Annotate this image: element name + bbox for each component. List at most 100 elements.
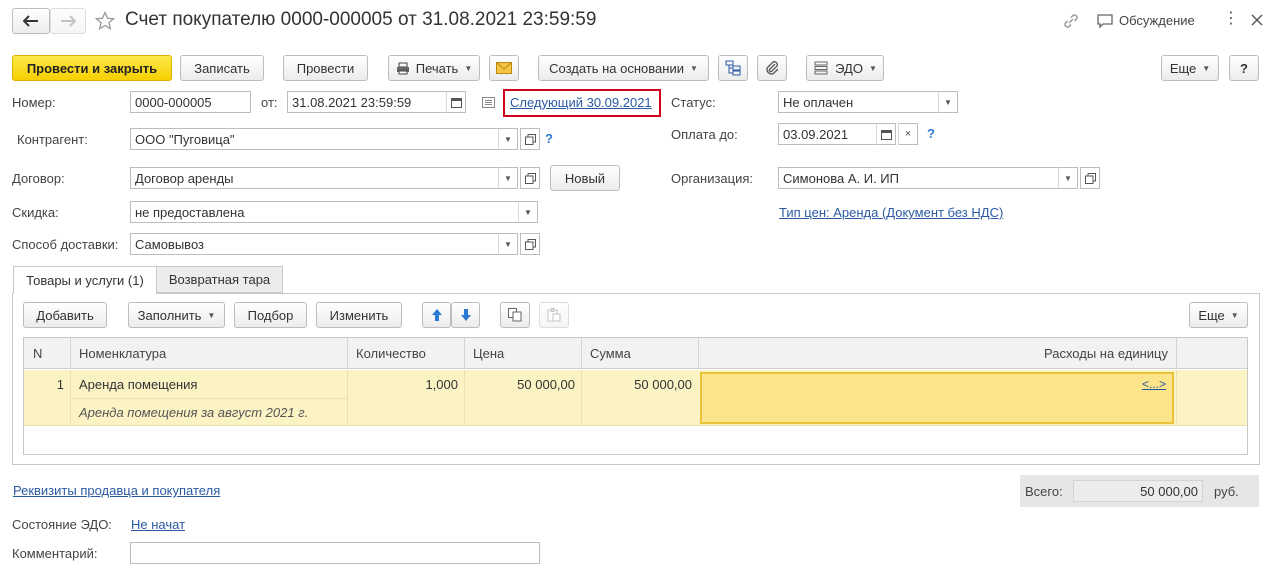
comment-field[interactable] <box>130 542 540 564</box>
contract-field[interactable]: Договор аренды <box>130 167 499 189</box>
attach-button[interactable] <box>757 55 787 81</box>
column-header-n[interactable]: N <box>33 346 42 361</box>
calendar-icon <box>880 129 892 140</box>
discussion-icon[interactable] <box>1097 13 1113 29</box>
move-up-button[interactable] <box>422 302 451 328</box>
col-sep <box>347 370 348 426</box>
copy-icon <box>508 308 522 322</box>
organization-field[interactable]: Симонова А. И. ИП <box>778 167 1059 189</box>
currency-label: руб. <box>1214 484 1239 499</box>
row-price[interactable]: 50 000,00 <box>465 377 575 392</box>
counterparty-open-button[interactable] <box>520 128 540 150</box>
paste-button[interactable] <box>539 302 569 328</box>
calendar-icon <box>450 97 462 108</box>
col-sep <box>464 338 465 369</box>
price-type-link[interactable]: Тип цен: Аренда (Документ без НДС) <box>779 205 1003 220</box>
arrow-left-icon <box>23 15 38 27</box>
col-sep <box>581 338 582 369</box>
contract-dropdown-button[interactable]: ▼ <box>498 167 518 189</box>
chevron-down-icon: ▼ <box>504 239 512 249</box>
pay-until-help-icon[interactable]: ? <box>927 126 935 141</box>
table-more-button[interactable]: Еще ▼ <box>1189 302 1248 328</box>
delivery-dropdown-button[interactable]: ▼ <box>498 233 518 255</box>
copy-button[interactable] <box>500 302 530 328</box>
row-item[interactable]: Аренда помещения <box>79 377 197 392</box>
chevron-down-icon: ▼ <box>207 310 216 320</box>
pay-until-field[interactable]: 03.09.2021 <box>778 123 877 145</box>
row-sum[interactable]: 50 000,00 <box>582 377 692 392</box>
status-dropdown-button[interactable]: ▼ <box>938 91 958 113</box>
arrow-down-icon <box>460 309 471 321</box>
pay-until-calendar-button[interactable] <box>876 123 896 145</box>
chevron-down-icon: ▼ <box>1230 310 1239 320</box>
save-button[interactable]: Записать <box>180 55 264 81</box>
organization-dropdown-button[interactable]: ▼ <box>1058 167 1078 189</box>
envelope-icon <box>496 62 512 74</box>
link-icon[interactable] <box>1062 12 1080 30</box>
tab-returnable-containers[interactable]: Возвратная тара <box>156 266 283 293</box>
next-document-link[interactable]: Следующий 30.09.2021 <box>510 95 652 110</box>
document-list-icon[interactable] <box>482 97 495 108</box>
chevron-down-icon: ▼ <box>689 63 698 73</box>
clear-x-icon: × <box>904 128 912 140</box>
fill-button[interactable]: Заполнить ▼ <box>128 302 225 328</box>
counterparty-help-icon[interactable]: ? <box>545 131 553 146</box>
row-quantity[interactable]: 1,000 <box>348 377 458 392</box>
discount-dropdown-button[interactable]: ▼ <box>518 201 538 223</box>
expense-link[interactable]: <...> <box>1142 377 1166 391</box>
help-button[interactable]: ? <box>1229 55 1259 81</box>
delivery-open-button[interactable] <box>520 233 540 255</box>
selection-button[interactable]: Подбор <box>234 302 307 328</box>
pay-until-label: Оплата до: <box>671 127 738 142</box>
tab-goods-services[interactable]: Товары и услуги (1) <box>13 266 157 294</box>
open-window-icon <box>524 238 536 250</box>
counterparty-field[interactable]: ООО "Пуговица" <box>130 128 499 150</box>
edo-state-link[interactable]: Не начат <box>131 517 185 532</box>
move-down-button[interactable] <box>451 302 480 328</box>
active-expense-cell[interactable] <box>700 372 1174 424</box>
chevron-down-icon: ▼ <box>504 173 512 183</box>
column-header-price[interactable]: Цена <box>473 346 504 361</box>
new-contract-button[interactable]: Новый <box>550 165 620 191</box>
column-header-unit-expenses[interactable]: Расходы на единицу <box>700 346 1168 361</box>
open-window-icon <box>524 172 536 184</box>
pay-until-clear-button[interactable]: × <box>898 123 918 145</box>
more-button[interactable]: Еще ▼ <box>1161 55 1219 81</box>
change-button[interactable]: Изменить <box>316 302 402 328</box>
row-item-comment[interactable]: Аренда помещения за август 2021 г. <box>79 405 308 420</box>
calendar-button[interactable] <box>446 91 466 113</box>
total-field: 50 000,00 <box>1073 480 1203 502</box>
counterparty-dropdown-button[interactable]: ▼ <box>498 128 518 150</box>
create-based-on-button[interactable]: Создать на основании ▼ <box>538 55 709 81</box>
status-label: Статус: <box>671 95 716 110</box>
printer-icon <box>396 62 409 74</box>
column-header-nomenclature[interactable]: Номенклатура <box>79 346 166 361</box>
col-sep <box>1176 338 1177 369</box>
organization-open-button[interactable] <box>1080 167 1100 189</box>
email-button[interactable] <box>489 55 519 81</box>
edo-stack-icon <box>814 61 828 75</box>
structure-button[interactable] <box>718 55 748 81</box>
post-and-close-button[interactable]: Провести и закрыть <box>12 55 172 81</box>
delivery-field[interactable]: Самовывоз <box>130 233 499 255</box>
more-vertical-icon[interactable]: ⋮ <box>1223 11 1239 27</box>
edo-button[interactable]: ЭДО ▼ <box>806 55 884 81</box>
requisites-link[interactable]: Реквизиты продавца и покупателя <box>13 483 220 498</box>
print-button[interactable]: Печать ▼ <box>388 55 480 81</box>
contract-open-button[interactable] <box>520 167 540 189</box>
discount-field[interactable]: не предоставлена <box>130 201 519 223</box>
back-button[interactable] <box>12 8 50 34</box>
number-label: Номер: <box>12 95 56 110</box>
column-header-quantity[interactable]: Количество <box>356 346 426 361</box>
number-field[interactable]: 0000-000005 <box>130 91 251 113</box>
status-select[interactable]: Не оплачен <box>778 91 939 113</box>
date-field[interactable]: 31.08.2021 23:59:59 <box>287 91 447 113</box>
forward-button[interactable] <box>50 8 86 34</box>
discount-label: Скидка: <box>12 205 59 220</box>
column-header-sum[interactable]: Сумма <box>590 346 631 361</box>
close-icon[interactable] <box>1251 14 1263 26</box>
add-row-button[interactable]: Добавить <box>23 302 107 328</box>
favorite-star-icon[interactable] <box>95 11 115 31</box>
discussion-button[interactable]: Обсуждение <box>1119 13 1195 28</box>
post-button[interactable]: Провести <box>283 55 368 81</box>
